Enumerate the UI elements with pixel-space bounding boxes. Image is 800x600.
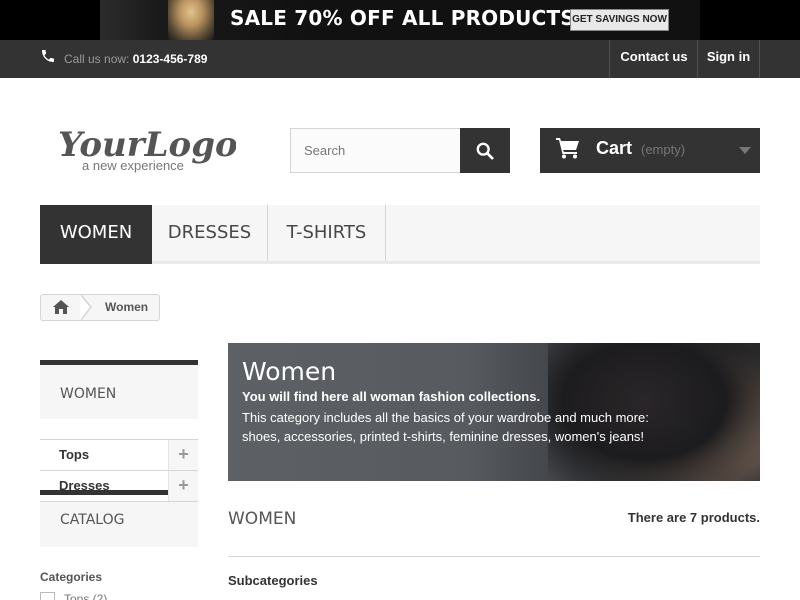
subcategories-heading: Subcategories <box>228 573 318 588</box>
search-button[interactable] <box>460 128 510 173</box>
breadcrumb-home[interactable] <box>41 295 83 320</box>
phone-number: 0123-456-789 <box>132 52 208 66</box>
search-form <box>290 128 510 173</box>
contact-us-link[interactable]: Contact us <box>609 40 698 78</box>
banner-title: Women <box>242 357 337 386</box>
sidebar-women-block: WOMEN <box>40 360 198 419</box>
cart-icon <box>556 138 579 159</box>
sidebar-item-dresses[interactable]: Dresses + <box>40 470 198 501</box>
sidebar-women-title: WOMEN <box>60 386 117 402</box>
breadcrumb: Women <box>40 294 160 321</box>
divider <box>228 556 760 557</box>
categories-label: Categories <box>40 570 103 584</box>
menu-item-tshirts[interactable]: T-SHIRTS <box>268 205 386 261</box>
cart-label: Cart <box>596 138 633 158</box>
promo-text: SALE 70% OFF ALL PRODUCTS <box>230 6 575 30</box>
promo-model-image <box>168 0 214 40</box>
home-icon <box>53 300 69 314</box>
menu-item-women[interactable]: WOMEN <box>40 205 152 264</box>
sign-in-link[interactable]: Sign in <box>697 40 760 78</box>
site-logo[interactable]: YourLogo a new experience <box>56 118 236 178</box>
cart-button[interactable]: Cart (empty) <box>540 128 760 173</box>
main-menu: WOMEN DRESSES T-SHIRTS <box>40 205 760 264</box>
get-savings-button[interactable]: GET SAVINGS NOW <box>570 9 669 31</box>
call-us-text: Call us now: 0123-456-789 <box>64 52 207 66</box>
product-count: There are 7 products. <box>627 510 760 525</box>
menu-item-dresses[interactable]: DRESSES <box>152 205 268 261</box>
logo-tagline: a new experience <box>82 158 184 173</box>
category-item-label[interactable]: Tops (2) <box>64 592 107 600</box>
breadcrumb-current: Women <box>105 300 149 314</box>
banner-subtitle: You will find here all woman fashion col… <box>242 389 541 404</box>
phone-icon <box>42 50 54 62</box>
search-icon <box>476 142 494 160</box>
sidebar-catalog-title: CATALOG <box>60 512 125 528</box>
banner-description: This category includes all the basics of… <box>242 410 649 444</box>
call-label: Call us now: <box>64 52 130 66</box>
catalog-top-border <box>40 490 168 495</box>
chevron-down-icon <box>739 147 751 154</box>
search-input[interactable] <box>290 128 461 173</box>
category-heading: WOMEN <box>228 509 297 529</box>
sidebar-item-tops[interactable]: Tops + <box>40 439 198 470</box>
plus-icon[interactable]: + <box>168 471 198 501</box>
breadcrumb-separator-inner <box>80 295 90 320</box>
top-nav-bar: Call us now: 0123-456-789 Contact us Sig… <box>0 40 800 78</box>
category-banner: Women You will find here all woman fashi… <box>228 343 760 481</box>
category-checkbox[interactable] <box>40 592 55 600</box>
promo-banner[interactable]: SALE 70% OFF ALL PRODUCTS GET SAVINGS NO… <box>0 0 800 40</box>
sidebar-item-label[interactable]: Tops <box>59 447 89 462</box>
plus-icon[interactable]: + <box>168 440 198 470</box>
cart-status: (empty) <box>641 142 686 157</box>
